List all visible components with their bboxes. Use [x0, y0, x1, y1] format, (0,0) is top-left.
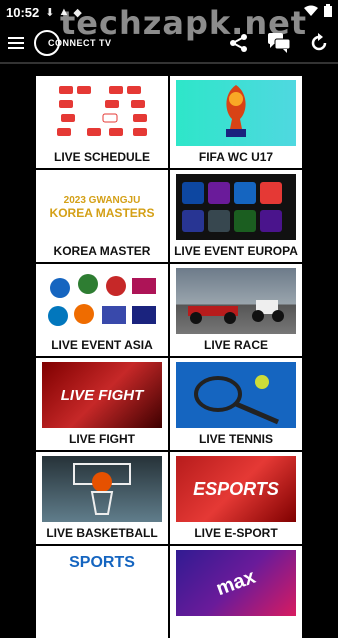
logo-text: CONNECT TV	[48, 38, 112, 48]
category-grid: LIVE SCHEDULE FIFA WC U17 2023 GWANGJU K…	[0, 64, 338, 638]
thumb-text: LIVE FIGHT	[60, 386, 144, 404]
card-hbo-max[interactable]: max	[170, 546, 302, 638]
app-bar: CONNECT TV	[0, 24, 338, 64]
card-label: LIVE BASKETBALL	[46, 526, 158, 540]
refresh-icon[interactable]	[308, 32, 330, 54]
card-live-e-sport[interactable]: ESPORTS LIVE E-SPORT	[170, 452, 302, 544]
live-schedule-thumbnail	[42, 80, 162, 146]
basketball-thumbnail	[42, 456, 162, 522]
thumb-text: KOREA MASTERS	[49, 205, 155, 220]
card-label: LIVE E-SPORT	[194, 526, 278, 540]
sports-thumbnail: SPORTS	[42, 550, 162, 616]
tennis-thumbnail	[176, 362, 296, 428]
card-label: LIVE RACE	[203, 338, 268, 352]
alert-icon: ▲	[58, 6, 70, 18]
download-icon: ⬇	[45, 6, 55, 19]
card-label: KOREA MASTER	[53, 244, 151, 258]
menu-icon[interactable]	[8, 37, 24, 49]
fifa-trophy-thumbnail	[176, 80, 296, 146]
hbo-max-thumbnail: max	[176, 550, 296, 616]
wifi-icon	[304, 5, 318, 20]
chat-icon[interactable]	[268, 32, 290, 54]
card-label: LIVE SCHEDULE	[53, 150, 150, 164]
card-label: LIVE FIGHT	[69, 432, 135, 446]
app-logo: CONNECT TV	[34, 30, 112, 56]
notification-icon: ◆	[73, 6, 82, 19]
card-live-basketball[interactable]: LIVE BASKETBALL	[36, 452, 168, 544]
card-live-tennis[interactable]: LIVE TENNIS	[170, 358, 302, 450]
esports-thumbnail: ESPORTS	[176, 456, 296, 522]
card-live-fight[interactable]: LIVE FIGHT LIVE FIGHT	[36, 358, 168, 450]
thumb-text: 2023 GWANGJU	[63, 194, 141, 206]
race-thumbnail	[176, 268, 296, 334]
card-fifa-wc-u17[interactable]: FIFA WC U17	[170, 76, 302, 168]
card-live-event-europa[interactable]: LIVE EVENT EUROPA	[170, 170, 302, 262]
korea-masters-thumbnail: 2023 GWANGJU KOREA MASTERS	[42, 174, 162, 240]
card-sports[interactable]: SPORTS	[36, 546, 168, 638]
battery-icon	[324, 4, 332, 20]
card-live-event-asia[interactable]: LIVE EVENT ASIA	[36, 264, 168, 356]
share-icon[interactable]	[228, 32, 250, 54]
card-live-schedule[interactable]: LIVE SCHEDULE	[36, 76, 168, 168]
fight-thumbnail: LIVE FIGHT	[42, 362, 162, 428]
europa-leagues-thumbnail	[176, 174, 296, 240]
card-label: LIVE EVENT ASIA	[51, 338, 153, 352]
thumb-text: ESPORTS	[193, 478, 279, 499]
status-bar: 10:52 ⬇ ▲ ◆	[0, 0, 338, 24]
card-korea-master[interactable]: 2023 GWANGJU KOREA MASTERS KOREA MASTER	[36, 170, 168, 262]
thumb-text: max	[213, 565, 259, 600]
card-label: FIFA WC U17	[198, 150, 274, 164]
asia-leagues-thumbnail	[42, 268, 162, 334]
status-time: 10:52	[6, 4, 40, 20]
thumb-text: SPORTS	[69, 554, 135, 571]
card-label: LIVE TENNIS	[198, 432, 273, 446]
card-label: LIVE EVENT EUROPA	[174, 244, 298, 258]
card-live-race[interactable]: LIVE RACE	[170, 264, 302, 356]
